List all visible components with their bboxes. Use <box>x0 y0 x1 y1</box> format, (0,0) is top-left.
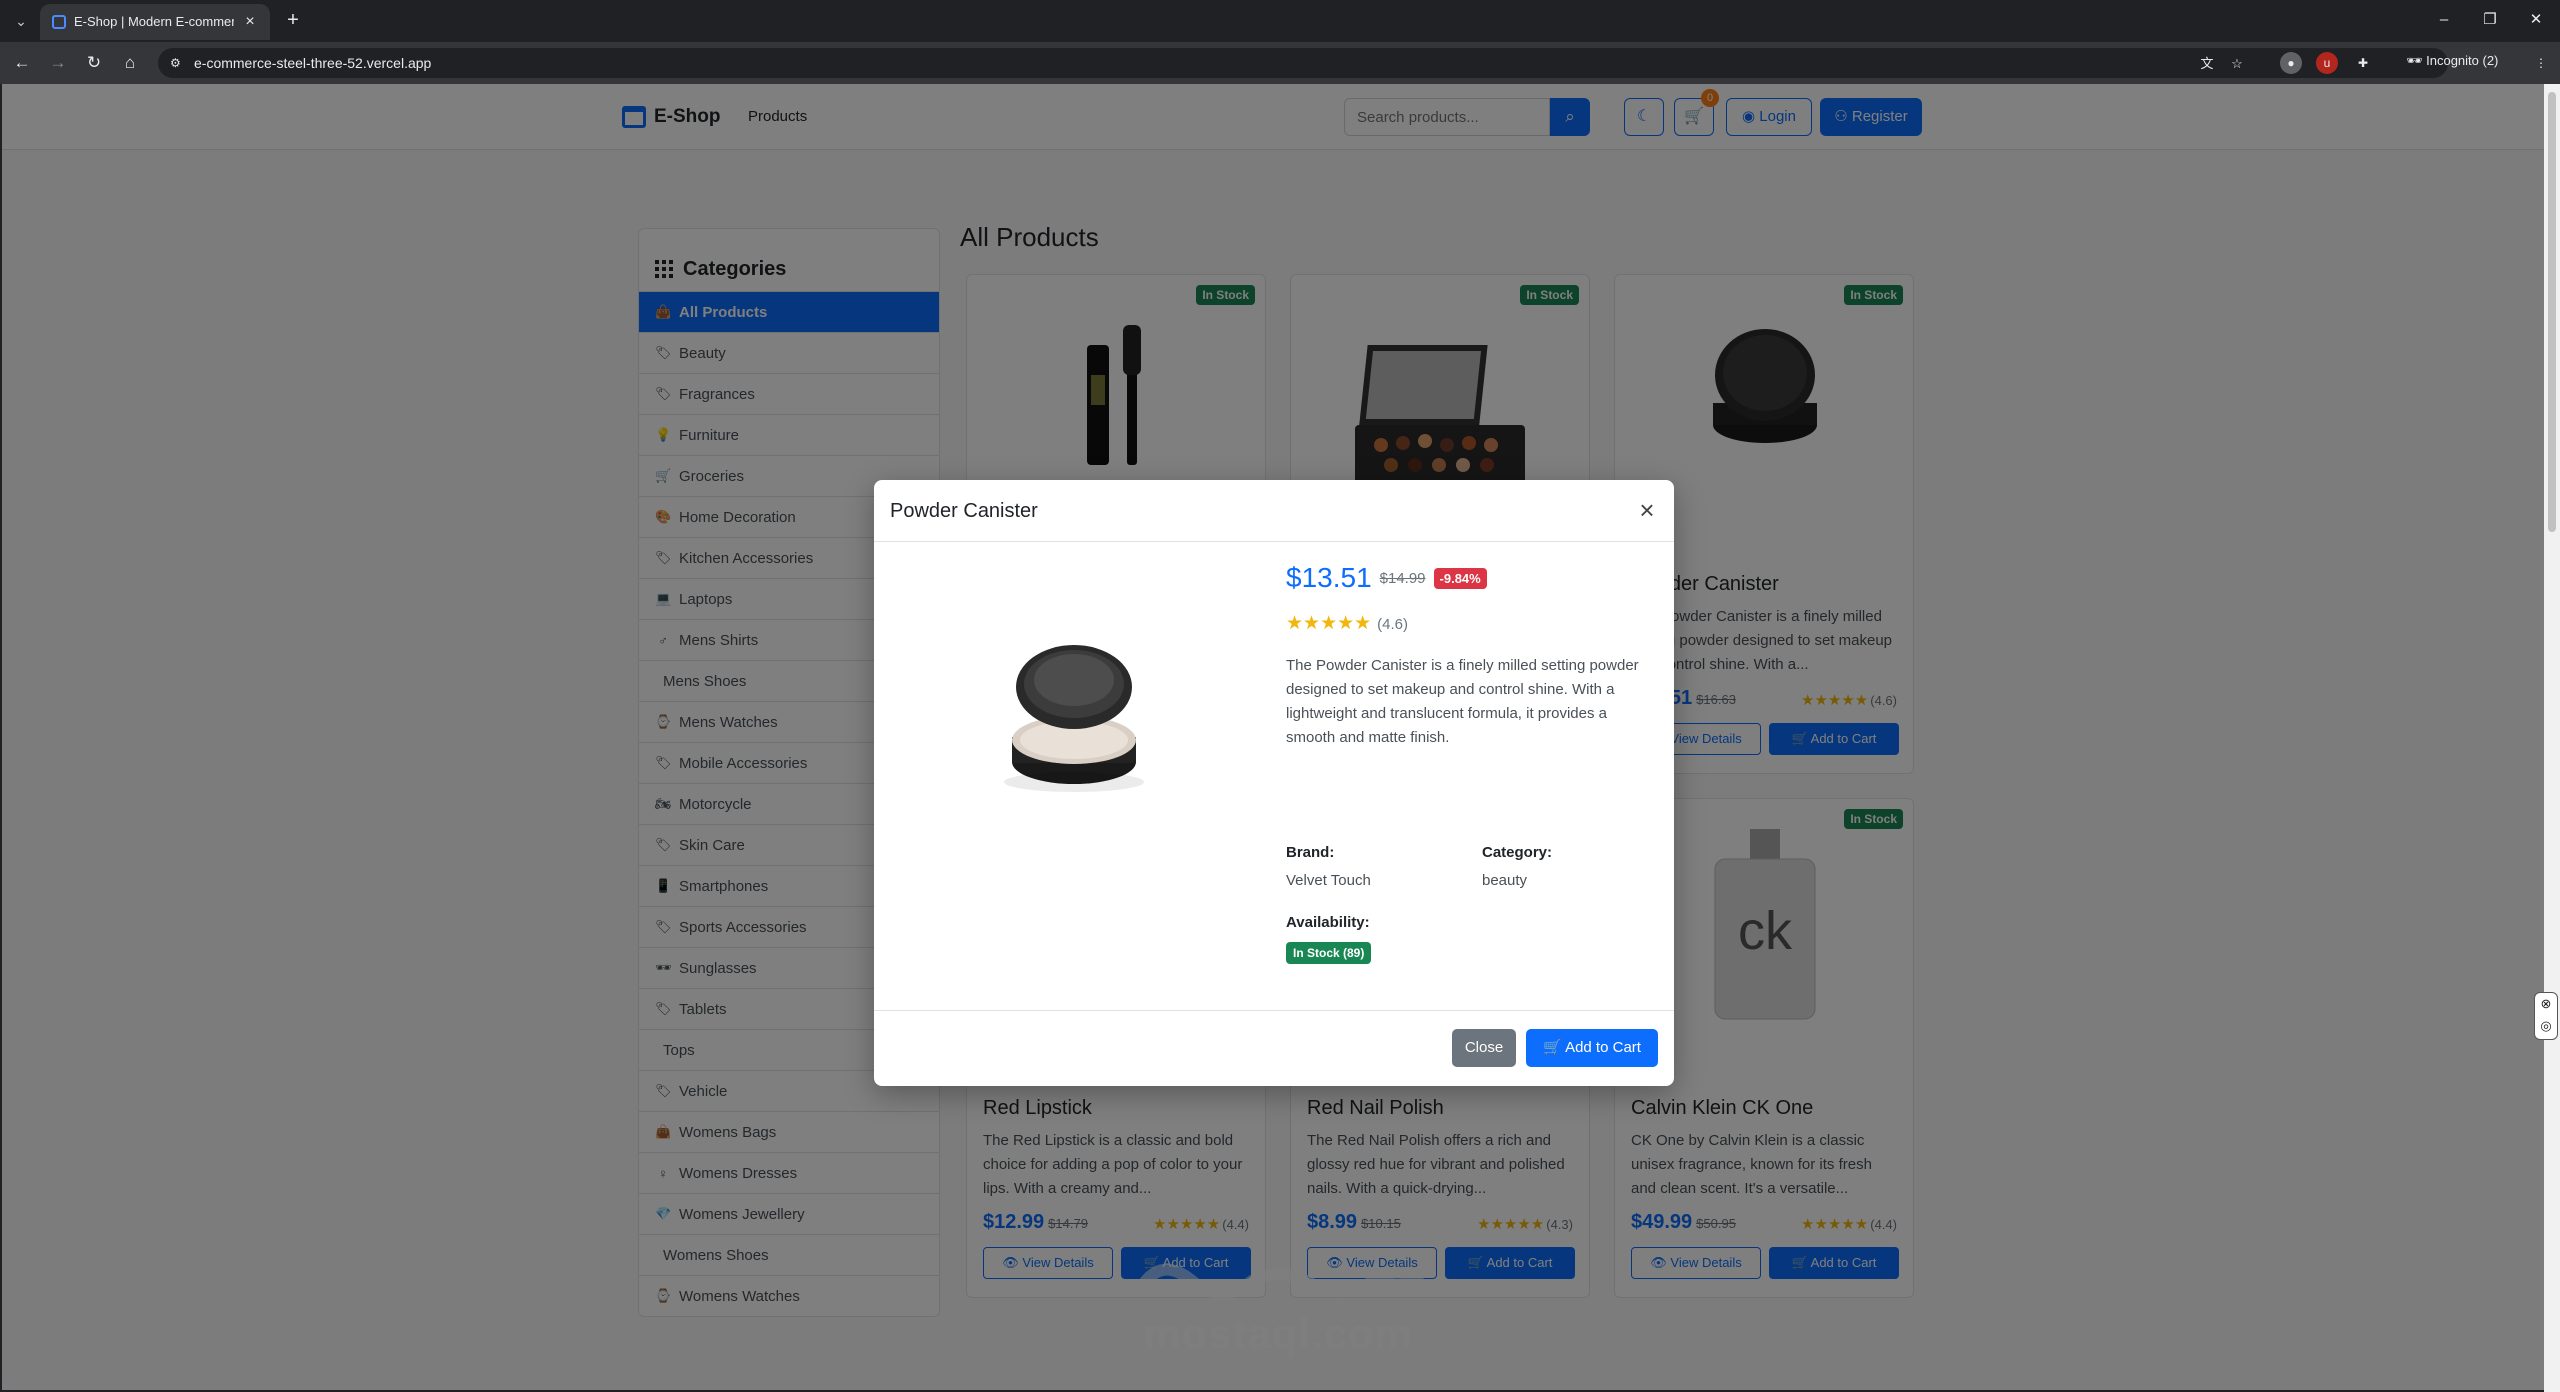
home-button[interactable]: ⌂ <box>116 49 144 77</box>
incognito-indicator[interactable]: 🕶 Incognito (2) <box>2406 53 2498 69</box>
widget-close-icon[interactable]: ⊗ <box>2535 993 2557 1015</box>
ublock-extension-icon[interactable]: u <box>2316 52 2338 74</box>
window-close-button[interactable]: ✕ <box>2516 6 2556 34</box>
modal-add-to-cart-button[interactable]: 🛒 Add to Cart <box>1526 1029 1658 1067</box>
page-scrollbar[interactable] <box>2544 84 2560 1392</box>
modal-rating: ★★★★★ (4.6) <box>1286 612 1408 635</box>
brand-label: Brand: <box>1286 844 1335 861</box>
availability-label: Availability: <box>1286 914 1370 931</box>
tab-close-icon[interactable]: × <box>240 12 260 32</box>
modal-header: Powder Canister × <box>874 480 1674 542</box>
cart-icon: 🛒 <box>1543 1039 1562 1056</box>
extensions-puzzle-icon[interactable]: ✚ <box>2352 52 2374 74</box>
scrollbar-thumb[interactable] <box>2548 92 2556 532</box>
browser-tab[interactable]: E-Shop | Modern E-commerce × <box>40 4 270 40</box>
site-info-icon[interactable]: ⚙ <box>170 55 186 71</box>
browser-chrome: ⌄ E-Shop | Modern E-commerce × + – ❐ ✕ ←… <box>0 0 2560 84</box>
forward-button[interactable]: → <box>44 49 72 77</box>
back-button[interactable]: ← <box>8 49 36 77</box>
modal-close-icon[interactable]: × <box>1632 496 1662 526</box>
tab-strip: ⌄ E-Shop | Modern E-commerce × + – ❐ ✕ <box>0 0 2560 42</box>
reload-button[interactable]: ↻ <box>80 49 108 77</box>
url-text: e-commerce-steel-three-52.vercel.app <box>194 55 432 71</box>
stock-badge: In Stock (89) <box>1286 942 1372 964</box>
modal-old-price: $14.99 <box>1379 569 1426 587</box>
side-widget[interactable]: ⊗ ◎ <box>2534 992 2558 1040</box>
tab-search-icon[interactable]: ⌄ <box>8 8 34 34</box>
modal-footer: Close 🛒 Add to Cart <box>874 1010 1674 1086</box>
bookmark-star-icon[interactable]: ☆ <box>2228 55 2246 73</box>
tab-favicon-icon <box>52 15 66 29</box>
tab-title: E-Shop | Modern E-commerce <box>74 14 234 29</box>
new-tab-button[interactable]: + <box>280 8 306 34</box>
category-label: Category: <box>1482 844 1553 861</box>
incognito-label: Incognito (2) <box>2426 53 2499 68</box>
browser-menu-icon[interactable]: ⋮ <box>2530 52 2552 74</box>
modal-description: The Powder Canister is a finely milled s… <box>1286 657 1639 746</box>
modal-rating-text: (4.6) <box>1377 616 1409 633</box>
product-modal: Powder Canister × $13.51 $14.99 -9.84% ★… <box>874 480 1674 1086</box>
modal-price-row: $13.51 $14.99 -9.84% <box>1286 562 1487 594</box>
brand-value: Velvet Touch <box>1286 872 1371 889</box>
close-button[interactable]: Close <box>1452 1029 1516 1067</box>
discount-badge: -9.84% <box>1433 567 1487 589</box>
page-viewport: E-Shop Products ⌕ ☾ 🛒 0 ◉ Login ⚇ Regist… <box>2 84 2544 1390</box>
modal-body: $13.51 $14.99 -9.84% ★★★★★ (4.6) The Powd… <box>874 542 1674 1010</box>
widget-accessibility-icon[interactable]: ◎ <box>2535 1015 2557 1037</box>
rating-stars-icon: ★★★★★ <box>1286 613 1372 634</box>
translate-icon[interactable]: 文 <box>2198 55 2216 73</box>
extension-icon[interactable]: ● <box>2280 52 2302 74</box>
modal-price: $13.51 <box>1286 562 1372 593</box>
product-image <box>1004 645 1144 792</box>
browser-toolbar: ← → ↻ ⌂ ⚙ e-commerce-steel-three-52.verc… <box>0 42 2560 84</box>
modal-add-to-cart-label: Add to Cart <box>1565 1039 1641 1056</box>
modal-title: Powder Canister <box>890 500 1038 522</box>
maximize-button[interactable]: ❐ <box>2470 6 2510 34</box>
minimize-button[interactable]: – <box>2424 6 2464 34</box>
address-bar[interactable]: ⚙ e-commerce-steel-three-52.vercel.app 文… <box>158 48 2448 78</box>
category-value: beauty <box>1482 872 1528 889</box>
